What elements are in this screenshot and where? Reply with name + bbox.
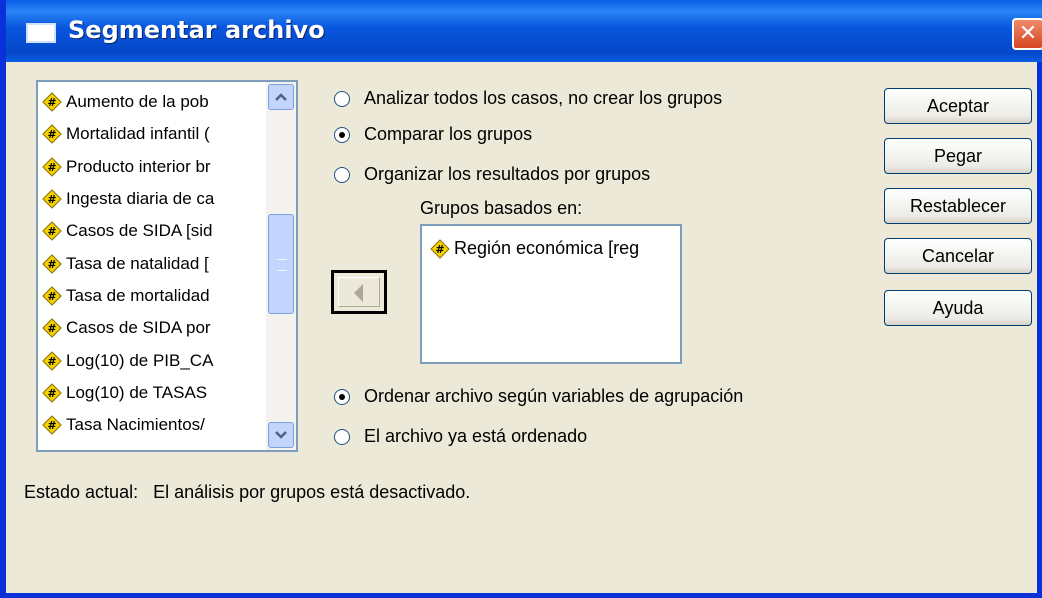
scale-variable-icon: # [42,124,62,145]
dialog-title: Segmentar archivo [68,16,325,44]
option-organize-output[interactable]: Organizar los resultados por grupos [334,164,650,185]
group-variable-item[interactable]: # Región económica [reg [430,238,680,259]
svg-text:#: # [435,243,444,256]
scale-variable-icon: # [42,221,62,242]
chevron-down-icon [275,431,287,439]
variable-list-item[interactable]: # Log(10) de TASAS [42,377,268,409]
scale-variable-icon: # [42,189,62,209]
variable-list-item-label: Tasa de mortalidad [66,285,210,305]
ok-button[interactable]: Aceptar [884,88,1032,124]
variable-list-item-label: Producto interior br [66,156,211,176]
reset-button[interactable]: Restablecer [884,188,1032,224]
cancel-button[interactable]: Cancelar [884,238,1032,274]
variable-list-items: # Aumento de la pob # Mortalidad infantil (… [42,86,268,441]
scale-variable-icon: # [42,157,62,177]
svg-text:#: # [47,96,56,109]
radio-organize-output[interactable] [334,166,350,183]
groups-based-on-list[interactable]: # Región económica [reg [420,224,682,364]
svg-text:#: # [47,419,56,432]
close-button[interactable]: ✕ [1012,18,1042,50]
variable-list-item-label: Mortalidad infantil ( [66,124,210,144]
radio-sort-file[interactable] [334,388,350,405]
scroll-up-button[interactable] [268,84,294,110]
variable-list-item-label: Log(10) de PIB_CA [66,350,214,370]
option-analyze-all-label: Analizar todos los casos, no crear los g… [364,88,723,108]
svg-text:#: # [47,193,56,206]
arrow-left-icon [354,284,363,302]
svg-text:#: # [47,355,56,368]
variable-list-item[interactable]: # Aumento de la pob [42,86,268,118]
variable-list-item[interactable]: # Tasa de natalidad [ [42,247,268,279]
move-variable-button[interactable] [331,270,387,314]
scale-variable-icon: # [430,238,450,259]
variable-list-item-label: Ingesta diaria de ca [66,189,215,209]
variable-list-item[interactable]: # Tasa de mortalidad [42,280,268,312]
status-text: El análisis por grupos está desactivado. [153,482,471,502]
option-analyze-all[interactable]: Analizar todos los casos, no crear los g… [334,88,722,109]
variable-list[interactable]: # Aumento de la pob # Mortalidad infantil (… [36,80,298,452]
radio-already-sorted[interactable] [334,428,350,445]
radio-analyze-all[interactable] [334,90,350,107]
svg-text:#: # [47,161,56,174]
scale-variable-icon: # [42,318,62,338]
svg-text:#: # [47,290,56,303]
scale-variable-icon: # [42,286,62,306]
current-status: Estado actual: El análisis por grupos es… [24,482,470,503]
scale-variable-icon: # [42,350,62,371]
option-compare-groups-label: Comparar los grupos [364,124,533,144]
variable-list-item[interactable]: # Tasa Nacimientos/ [42,409,268,441]
split-file-dialog: Segmentar archivo ✕ # Aumento de la pob # M… [0,0,1042,598]
svg-text:#: # [47,128,56,141]
variable-list-item[interactable]: # Casos de SIDA [sid [42,215,268,247]
svg-text:#: # [47,225,56,238]
variable-list-item-label: Log(10) de TASAS [66,382,208,402]
variable-list-item[interactable]: # Ingesta diaria de ca [42,183,268,215]
option-organize-output-label: Organizar los resultados por grupos [364,164,651,184]
window-icon [26,23,56,43]
help-button[interactable]: Ayuda [884,290,1032,326]
variable-list-scrollbar[interactable] [266,82,296,450]
status-label: Estado actual: [24,482,139,502]
variable-list-item[interactable]: # Log(10) de PIB_CA [42,344,268,376]
groups-based-on-label: Grupos basados en: [420,198,583,218]
scale-variable-icon: # [42,383,62,403]
scroll-down-button[interactable] [268,422,294,448]
scale-variable-icon: # [42,415,62,435]
variable-list-item-label: Tasa de natalidad [ [66,253,209,273]
variable-list-item-label: Casos de SIDA por [66,318,211,338]
option-already-sorted-label: El archivo ya está ordenado [364,426,588,446]
svg-text:#: # [47,322,56,335]
title-bar[interactable]: Segmentar archivo ✕ [6,0,1042,62]
variable-list-item-label: Casos de SIDA [sid [66,221,213,241]
option-sort-file[interactable]: Ordenar archivo según variables de agrup… [334,386,743,407]
variable-list-item[interactable]: # Producto interior br [42,151,268,183]
paste-button[interactable]: Pegar [884,138,1032,174]
variable-list-item-label: Tasa Nacimientos/ [66,415,205,435]
scale-variable-icon: # [42,92,62,112]
scale-variable-icon: # [42,253,62,274]
svg-text:#: # [47,258,56,271]
option-sort-file-label: Ordenar archivo según variables de agrup… [364,386,744,406]
option-already-sorted[interactable]: El archivo ya está ordenado [334,426,587,447]
variable-list-item[interactable]: # Mortalidad infantil ( [42,118,268,150]
variable-list-item[interactable]: # Casos de SIDA por [42,312,268,344]
svg-text:#: # [47,387,56,400]
scroll-grip-icon [277,259,287,271]
option-compare-groups[interactable]: Comparar los grupos [334,124,532,145]
scroll-thumb[interactable] [268,214,294,314]
group-variable-label: Región económica [reg [454,238,640,258]
radio-compare-groups[interactable] [334,126,350,143]
chevron-up-icon [275,93,287,101]
variable-list-item-label: Aumento de la pob [66,92,209,112]
